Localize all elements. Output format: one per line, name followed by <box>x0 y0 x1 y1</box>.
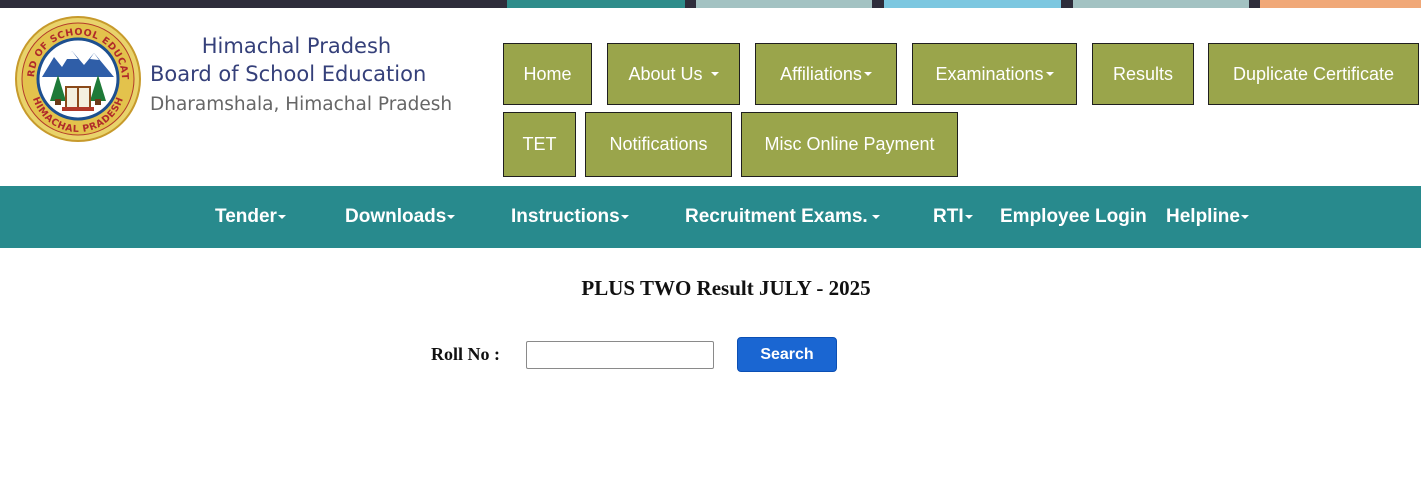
caret-down-icon <box>277 215 286 219</box>
nav-instructions-label: Instructions <box>511 206 620 227</box>
brand-state: Himachal Pradesh <box>201 34 392 58</box>
nav-rti-label: RTI <box>933 206 964 227</box>
nav-results-label: Results <box>1112 63 1174 84</box>
caret-down-icon <box>710 72 719 76</box>
board-emblem-logo[interactable]: BOARD OF SCHOOL EDUCATION HIMACHAL PRADE… <box>14 15 142 143</box>
nav-recruitment-exams-label: Recruitment Exams. <box>685 206 868 227</box>
nav-tet-button[interactable]: TET <box>503 112 576 177</box>
nav-results-button[interactable]: Results <box>1092 43 1194 105</box>
page-title: PLUS TWO Result JULY - 2025 <box>581 276 871 300</box>
nav-duplicate-certificate-label: Duplicate Certificate <box>1232 63 1395 84</box>
strip-segment-teal <box>507 0 685 8</box>
top-color-strip <box>0 0 1421 8</box>
nav-about-us-button[interactable]: About Us <box>607 43 740 105</box>
caret-down-icon <box>620 215 629 219</box>
nav-tet-label: TET <box>522 134 557 154</box>
search-button[interactable]: Search <box>737 337 837 372</box>
strip-gap <box>1061 0 1073 8</box>
nav-downloads[interactable]: Downloads <box>345 186 456 248</box>
strip-segment-grey <box>696 0 872 8</box>
caret-down-icon <box>1240 215 1249 219</box>
strip-segment-blue <box>884 0 1061 8</box>
nav-tender[interactable]: Tender <box>215 186 286 248</box>
caret-down-icon <box>447 215 456 219</box>
caret-down-icon <box>964 215 973 219</box>
site-header: BOARD OF SCHOOL EDUCATION HIMACHAL PRADE… <box>0 8 1421 186</box>
nav-downloads-label: Downloads <box>345 206 447 227</box>
nav-helpline-label: Helpline <box>1166 206 1240 227</box>
roll-number-input[interactable] <box>526 341 714 369</box>
caret-down-icon <box>863 72 872 76</box>
nav-duplicate-certificate-button[interactable]: Duplicate Certificate <box>1208 43 1419 105</box>
strip-segment-grey <box>1073 0 1249 8</box>
strip-gap <box>685 0 696 8</box>
strip-gap <box>872 0 884 8</box>
nav-affiliations-button[interactable]: Affiliations <box>755 43 897 105</box>
caret-down-icon <box>871 215 880 219</box>
nav-misc-online-payment-label: Misc Online Payment <box>764 134 935 154</box>
nav-examinations-label: Examinations <box>935 63 1044 84</box>
nav-home-button[interactable]: Home <box>503 43 592 105</box>
nav-rti[interactable]: RTI <box>933 186 973 248</box>
nav-about-us-label: About Us <box>628 63 703 84</box>
nav-notifications-label: Notifications <box>609 134 708 154</box>
nav-instructions[interactable]: Instructions <box>511 186 629 248</box>
strip-segment-dark <box>0 0 507 8</box>
nav-affiliations-label: Affiliations <box>780 63 862 84</box>
nav-notifications-button[interactable]: Notifications <box>585 112 732 177</box>
nav-employee-login[interactable]: Employee Login <box>1000 186 1147 248</box>
strip-gap <box>1249 0 1260 8</box>
nav-recruitment-exams[interactable]: Recruitment Exams. <box>685 186 880 248</box>
site-brand: Himachal Pradesh Board of School Educati… <box>150 32 452 119</box>
nav-helpline[interactable]: Helpline <box>1166 186 1249 248</box>
strip-segment-orange <box>1260 0 1421 8</box>
caret-down-icon <box>1045 72 1054 76</box>
nav-misc-online-payment-button[interactable]: Misc Online Payment <box>741 112 958 177</box>
roll-number-label: Roll No : <box>431 344 500 364</box>
nav-home-label: Home <box>523 63 572 84</box>
nav-examinations-button[interactable]: Examinations <box>912 43 1077 105</box>
brand-board-name: Board of School Education <box>150 62 427 86</box>
nav-tender-label: Tender <box>215 206 277 227</box>
nav-employee-login-label: Employee Login <box>1000 206 1147 227</box>
brand-location: Dharamshala, Himachal Pradesh <box>150 94 453 115</box>
main-nav-bar: Tender Downloads Instructions Recruitmen… <box>0 186 1421 248</box>
